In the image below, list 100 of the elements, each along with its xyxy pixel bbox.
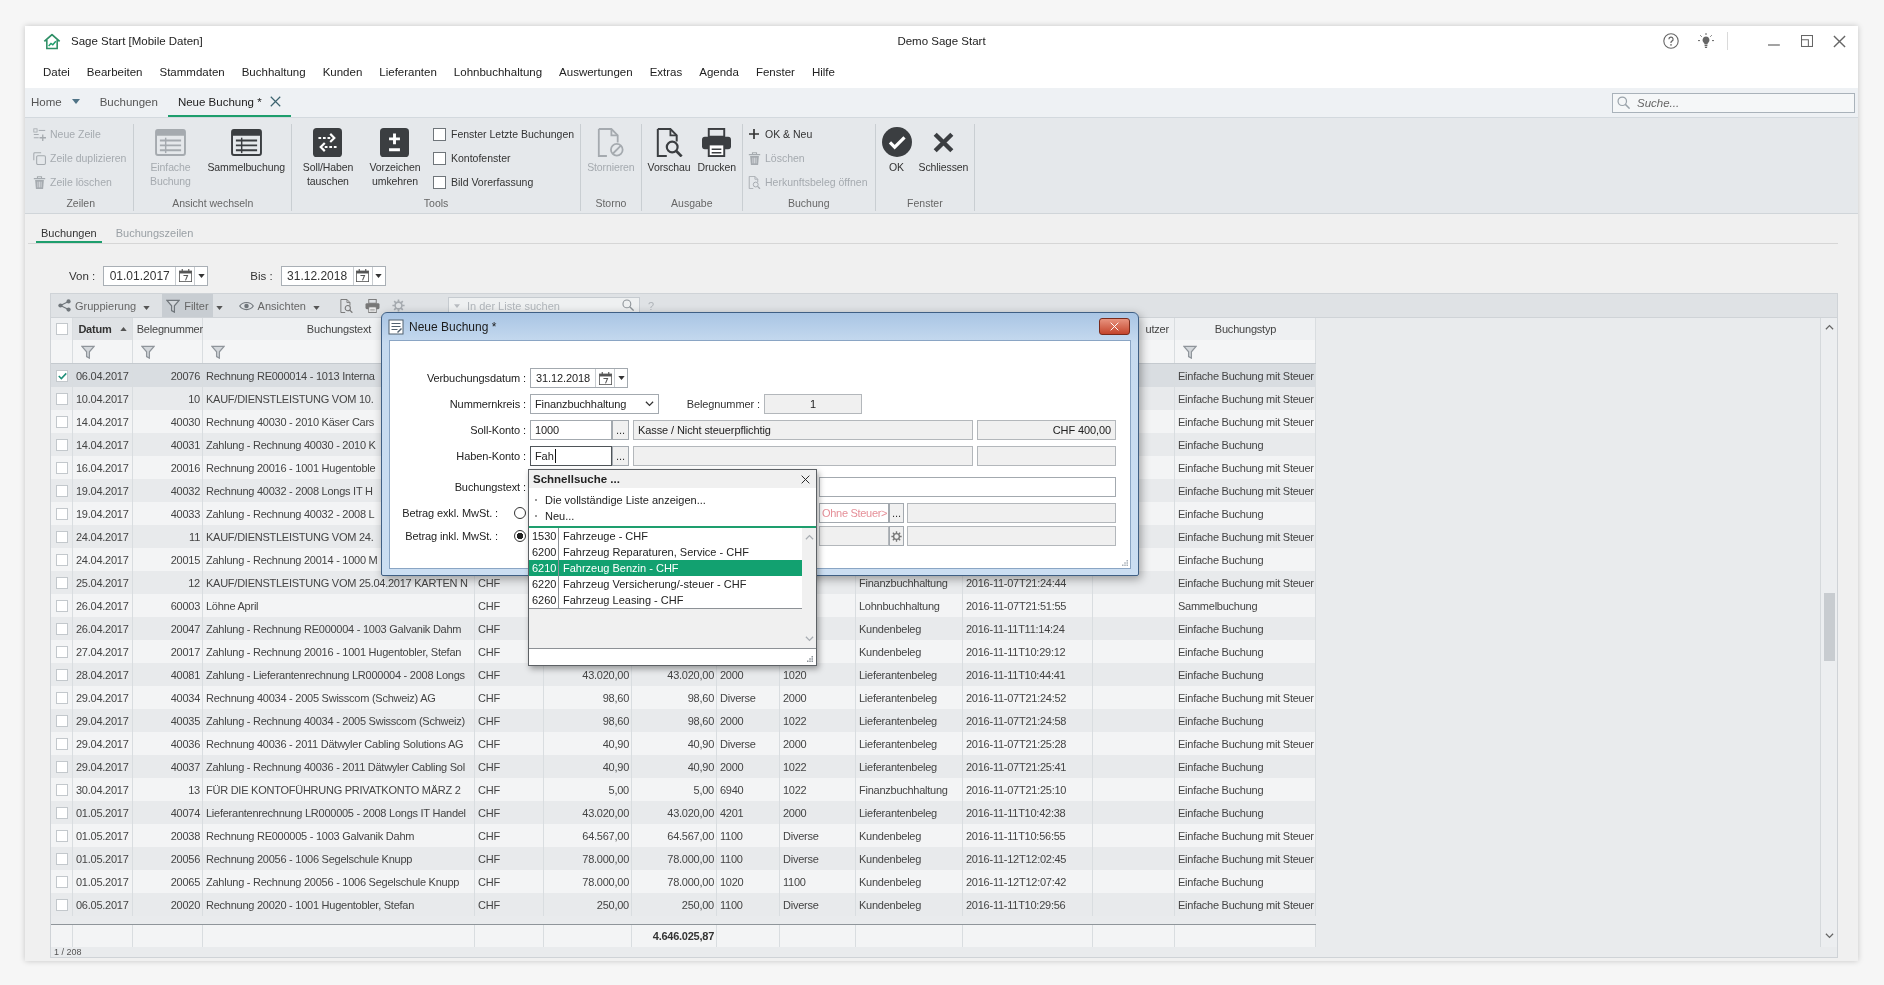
window-title: Sage Start [Mobile Daten]: [71, 35, 203, 47]
field-label: Belegnummer :: [686, 398, 760, 410]
table-cell: 24.04.2017: [76, 553, 129, 566]
field-label: Soll-Konto :: [469, 424, 526, 436]
table-cell: CHF: [478, 829, 500, 842]
account-name: Fahrzeug Leasing - CHF: [562, 593, 685, 608]
table-cell: 2016-11-07T21:25:41: [966, 760, 1067, 773]
table-cell: Zahlung - Rechnung 20014 - 1000 M: [206, 553, 378, 566]
table-cell: Rechnung 40032 - 2008 Longs IT H: [206, 484, 373, 497]
table-cell: 16.04.2017: [76, 461, 129, 474]
table-cell: Einfache Buchung: [1178, 645, 1264, 658]
table-cell: 2016-11-07T21:24:44: [966, 576, 1067, 589]
table-cell: 5,00: [608, 783, 629, 796]
table-cell: 2016-11-07T21:51:55: [966, 599, 1067, 612]
table-cell: 98,60: [602, 691, 629, 704]
table-cell: 1020: [783, 668, 807, 681]
field-label: Verbuchungsdatum :: [425, 372, 526, 384]
table-cell: Einfache Buchung: [1178, 783, 1264, 796]
table-cell: Lieferantenbeleg: [859, 668, 937, 681]
table-cell: KAUF/DIENSTLEISTUNG VOM 24.: [206, 530, 374, 543]
table-cell: Einfache Buchung: [1178, 760, 1264, 773]
table-cell: 20020: [170, 898, 200, 911]
table-cell: Diverse: [783, 829, 819, 842]
table-cell: KAUF/DIENSTLEISTUNG VOM 25.04.2017 KARTEN N: [206, 576, 468, 589]
table-cell: 20015: [170, 553, 200, 566]
group-label: Buchung: [787, 196, 831, 211]
table-cell: KAUF/DIENSTLEISTUNG VOM 10.: [206, 392, 374, 405]
field-label: Nummernkreis :: [448, 398, 526, 410]
table-cell: Rechnung 20020 - 1001 Hugentobler, Stefan: [206, 898, 415, 911]
account-name: Fahrzeuge - CHF: [562, 529, 649, 544]
table-cell: FÜR DIE KONTOFÜHRUNG PRIVATKONTO MÄRZ 2: [206, 783, 461, 796]
table-cell: 40036: [170, 737, 200, 750]
table-cell: 2016-11-11T10:29:12: [966, 645, 1066, 658]
table-cell: 14.04.2017: [76, 415, 129, 428]
table-cell: 1100: [720, 852, 743, 865]
table-cell: CHF: [478, 898, 500, 911]
table-cell: 2016-11-07T21:24:52: [966, 691, 1067, 704]
table-cell: Zahlung - Rechnung 40032 - 2008 L: [206, 507, 375, 520]
table-cell: 20065: [170, 875, 200, 888]
table-cell: Einfache Buchung mit Steuer: [1178, 461, 1314, 474]
table-cell: CHF: [478, 691, 500, 704]
field-label: Betrag exkl. MwSt. :: [402, 507, 498, 519]
table-cell: 13: [188, 783, 200, 796]
popup-title: Schnellsuche ...: [533, 473, 620, 485]
table-cell: 1100: [720, 829, 743, 842]
table-cell: Kundenbeleg: [859, 875, 922, 888]
account-name: Fahrzeug Benzin - CHF: [562, 561, 680, 576]
table-cell: Diverse: [720, 737, 756, 750]
table-cell: 2000: [783, 737, 807, 750]
table-cell: Diverse: [783, 898, 819, 911]
table-cell: Diverse: [720, 691, 756, 704]
number-field: 1: [764, 394, 862, 414]
table-cell: Kundenbeleg: [859, 898, 922, 911]
table-cell: Einfache Buchung: [1178, 553, 1264, 566]
account-name-field: Kasse / Nicht steuerpflichtig: [633, 420, 973, 440]
table-cell: Einfache Buchung: [1178, 622, 1264, 635]
table-cell: 29.04.2017: [76, 737, 129, 750]
table-cell: Lieferantenbeleg: [859, 714, 937, 727]
table-cell: Einfache Buchung mit Steuer: [1178, 829, 1314, 842]
account-name: Fahrzeug Versicherung/-steuer - CHF: [562, 577, 748, 592]
table-cell: 19.04.2017: [76, 507, 129, 520]
group-label: Fenster: [906, 196, 944, 211]
table-cell: Einfache Buchung mit Steuer: [1178, 576, 1314, 589]
table-cell: 64.567,00: [667, 829, 714, 842]
table-cell: 78.000,00: [582, 852, 629, 865]
table-cell: 1100: [720, 898, 743, 911]
table-cell: Zahlung - Lieferantenrechnung LR000004 - 2008 Longs: [206, 668, 465, 681]
table-cell: Einfache Buchung: [1178, 668, 1264, 681]
table-cell: 250,00: [681, 898, 714, 911]
balance-field: CHF 400,00: [977, 420, 1116, 440]
table-cell: Einfache Buchung mit Steuer: [1178, 415, 1314, 428]
table-cell: Einfache Buchung mit Steuer: [1178, 484, 1314, 497]
table-cell: CHF: [478, 852, 500, 865]
group-label: Ausgabe: [670, 196, 714, 211]
account-name: Fahrzeug Reparaturen, Service - CHF: [562, 545, 750, 560]
table-cell: Zahlung - Rechnung RE000004 - 1003 Galvanik Dahm: [206, 622, 462, 635]
table-cell: 5,00: [693, 783, 714, 796]
table-cell: 78.000,00: [667, 852, 714, 865]
table-cell: 06.04.2017: [76, 369, 129, 382]
table-cell: Einfache Buchung mit Steuer: [1178, 852, 1314, 865]
table-cell: 20076: [170, 369, 200, 382]
table-cell: 2000: [783, 691, 807, 704]
table-cell: 2016-11-11T10:44:41: [966, 668, 1066, 681]
table-cell: Kundenbeleg: [859, 829, 922, 842]
account-number: 6210: [529, 560, 559, 576]
table-cell: Kundenbeleg: [859, 645, 922, 658]
table-cell: CHF: [478, 760, 500, 773]
table-cell: 25.04.2017: [76, 576, 129, 589]
table-cell: 06.05.2017: [76, 898, 129, 911]
table-cell: Einfache Buchung mit Steuer: [1178, 392, 1314, 405]
group-label: Tools: [422, 196, 450, 211]
table-cell: 2016-11-12T12:07:42: [966, 875, 1067, 888]
table-cell: 2016-11-12T12:02:45: [966, 852, 1067, 865]
table-cell: 250,00: [596, 898, 629, 911]
table-cell: Einfache Buchung: [1178, 507, 1264, 520]
table-cell: 20017: [170, 645, 200, 658]
table-cell: 29.04.2017: [76, 691, 129, 704]
table-cell: CHF: [478, 714, 500, 727]
table-cell: 40081: [170, 668, 200, 681]
table-cell: Kundenbeleg: [859, 622, 922, 635]
